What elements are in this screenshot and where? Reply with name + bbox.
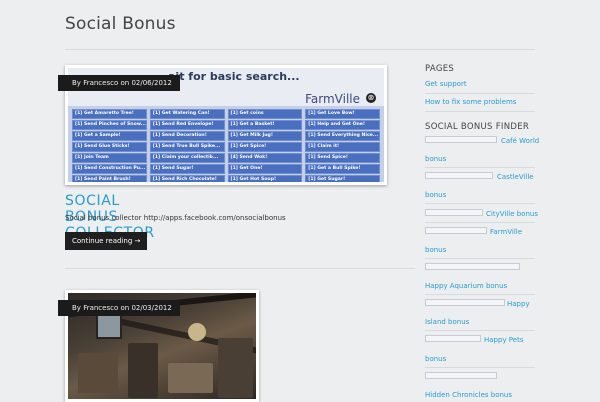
- sidebar-divider: [425, 258, 535, 259]
- sidebar-pages-title: PAGES: [425, 64, 455, 74]
- bonus-cell: [1] Get coins: [227, 109, 303, 119]
- bonus-cell: [1] Send Paint Brush!: [72, 175, 147, 182]
- sidebar-divider: [425, 111, 535, 112]
- site-title[interactable]: Social Bonus: [65, 14, 176, 34]
- bonus-cell: [1] Get Watering Can!: [149, 109, 225, 119]
- bonus-cell: [1] Claim your collectib...: [149, 153, 225, 163]
- bonus-cell: [1] Join Team: [72, 153, 147, 163]
- finder-link-happy-island[interactable]: Happy: [507, 300, 530, 308]
- sidebar-finder-title: SOCIAL BONUS FINDER: [425, 122, 530, 132]
- sidebar-divider: [425, 330, 535, 331]
- bonus-cell: [1] Send Decoration!: [149, 131, 225, 141]
- bonus-search-input-happy-pets[interactable]: [425, 335, 481, 342]
- finder-link-happy-aquarium[interactable]: Happy Aquarium bonus: [425, 282, 507, 290]
- bonus-cell: [1] Send Sugar!: [149, 164, 225, 174]
- finder-link-farmville-suffix[interactable]: bonus: [425, 246, 446, 254]
- bonus-search-input-happy-island[interactable]: [425, 299, 505, 306]
- bonus-search-input-cityville[interactable]: [425, 209, 483, 216]
- finder-link-castleville-suffix[interactable]: bonus: [425, 191, 446, 199]
- finder-link-cafe-world[interactable]: Café World: [501, 137, 539, 145]
- bonus-cell: [1] Send Everything Nice...: [305, 131, 380, 141]
- bonus-cell: [1] Claim it!: [305, 142, 380, 152]
- byline-prefix: By: [72, 79, 81, 87]
- byline-date[interactable]: 02/03/2012: [131, 304, 171, 312]
- post-excerpt: Social bonus collector http://apps.faceb…: [65, 214, 286, 222]
- thumbnail-search-text: ait for basic search...: [168, 70, 300, 83]
- clutter: [218, 338, 253, 398]
- bonus-cell: [1] Get a Bull Spike!: [305, 164, 380, 174]
- bonus-cell: [1] Send Rich Chocolate!: [149, 175, 225, 182]
- sidebar-divider: [425, 367, 535, 368]
- bonus-cell: [1] Send Spice!: [305, 153, 380, 163]
- finder-link-farmville[interactable]: FarmVille: [490, 228, 522, 236]
- post-byline: By Francesco on 02/03/2012: [58, 300, 180, 316]
- finder-link-cafe-world-suffix[interactable]: bonus: [425, 155, 446, 163]
- sidebar-divider: [425, 222, 535, 223]
- clutter: [78, 353, 118, 393]
- bonus-search-input-cafe-world[interactable]: [425, 136, 497, 143]
- bonus-cell: [1] Get Hot Soup!: [227, 175, 303, 182]
- finder-link-happy-pets-suffix[interactable]: bonus: [425, 355, 446, 363]
- byline-prefix: By: [72, 304, 81, 312]
- sidebar: PAGES Get support How to fix some proble…: [425, 64, 540, 399]
- bonus-cell: [1] Get a Sample!: [72, 131, 147, 141]
- byline-author[interactable]: Francesco: [83, 79, 118, 87]
- bonus-cell: [1] Send Red Envelope!: [149, 120, 225, 130]
- finder-link-happy-pets[interactable]: Happy Pets: [484, 336, 523, 344]
- bonus-search-input-castleville[interactable]: [425, 172, 493, 179]
- header-divider: [65, 49, 535, 50]
- clutter: [168, 363, 213, 393]
- clutter: [128, 343, 158, 398]
- bonus-cell: [1] Get One!: [227, 164, 303, 174]
- bonus-cell: [1] Get Amaretto Tree!: [72, 109, 147, 119]
- finder-link-hidden-chronicles[interactable]: Hidden Chronicles bonus: [425, 391, 512, 399]
- lamp: [188, 323, 206, 341]
- byline-on: on: [120, 304, 130, 312]
- sidebar-divider: [425, 167, 535, 168]
- bonus-cell: [1] Send Pinches of Snow...: [72, 120, 147, 130]
- bonus-cell: [1] Get Milk Jug!: [227, 131, 303, 141]
- bonus-cell: [1] Send Glue Sticks!: [72, 142, 147, 152]
- byline-author[interactable]: Francesco: [83, 304, 118, 312]
- sidebar-divider: [425, 294, 535, 295]
- finder-link-happy-island-suffix[interactable]: Island bonus: [425, 318, 469, 326]
- sidebar-divider: [425, 93, 535, 94]
- bonus-cell: [1] Help and Get One!: [305, 120, 380, 130]
- post-divider: [65, 268, 415, 269]
- bonus-search-input-hidden-chronicles[interactable]: [425, 372, 497, 379]
- bonus-cell: [1] Get Spice!: [227, 142, 303, 152]
- bonus-cell: [1] Get a Basket!: [227, 120, 303, 130]
- finder-link-cityville[interactable]: CityVille bonus: [486, 210, 538, 218]
- sidebar-divider: [425, 203, 535, 204]
- post-byline: By Francesco on 02/06/2012: [58, 75, 180, 91]
- byline-on: on: [120, 79, 130, 87]
- sidebar-link-get-support[interactable]: Get support: [425, 80, 467, 88]
- bonus-search-input-farmville[interactable]: [425, 227, 487, 234]
- byline-date[interactable]: 02/06/2012: [131, 79, 171, 87]
- bonus-cell: [1] Send Construction Pu...: [72, 164, 147, 174]
- bonus-search-input-happy-aquarium[interactable]: [425, 263, 520, 270]
- sidebar-link-fix-problems[interactable]: How to fix some problems: [425, 98, 516, 106]
- continue-reading-button[interactable]: Continue reading →: [65, 232, 148, 250]
- bonus-cell: [4] Send Wok!: [227, 153, 303, 163]
- finder-link-castleville[interactable]: CastleVille: [497, 173, 534, 181]
- bonus-cell: [1] Get Love Bow!: [305, 109, 380, 119]
- bonus-grid: [1] Get Amaretto Tree! [1] Get Watering C…: [72, 109, 380, 182]
- bonus-cell: [1] Get Sugar!: [305, 175, 380, 182]
- close-icon: ⊗: [366, 93, 376, 103]
- farmville-logo: FarmVille: [305, 92, 360, 106]
- bonus-cell: [1] Send True Bull Spike...: [149, 142, 225, 152]
